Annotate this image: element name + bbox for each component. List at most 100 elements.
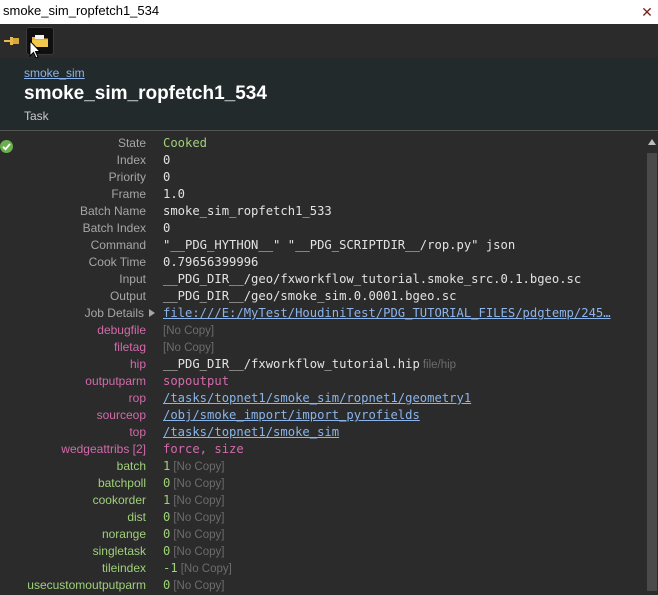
filetag-note: [No Copy] xyxy=(163,342,215,354)
dist-note: [No Copy] xyxy=(173,512,225,524)
cook-time-value: 0.79656399996 xyxy=(163,255,259,269)
expand-arrow-icon[interactable] xyxy=(149,309,155,317)
close-button[interactable]: ✕ xyxy=(636,0,658,24)
row-singletask: singletask 0 [No Copy] xyxy=(0,543,646,560)
cookorder-value-wrap: 1 [No Copy] xyxy=(163,492,224,510)
row-output: Output __PDG_DIR__/geo/smoke_sim.0.0001.… xyxy=(0,288,646,305)
window-titlebar: smoke_sim_ropfetch1_534 ✕ xyxy=(0,0,658,24)
frame-value: 1.0 xyxy=(163,187,186,201)
index-value: 0 xyxy=(163,153,171,167)
batch-index-value: 0 xyxy=(163,221,171,235)
batch-name-label: Batch Name xyxy=(79,204,146,218)
job-details-link[interactable]: file:///E:/MyTest/HoudiniTest/PDG_TUTORI… xyxy=(163,305,646,322)
norange-value: 0 xyxy=(163,527,171,541)
scroll-up-arrow-icon[interactable] xyxy=(648,139,656,145)
usecustomoutputparm-note: [No Copy] xyxy=(173,580,225,592)
singletask-value-wrap: 0 [No Copy] xyxy=(163,543,224,561)
batchpoll-value-wrap: 0 [No Copy] xyxy=(163,475,224,493)
scrollbar-thumb[interactable] xyxy=(647,153,657,591)
batch-index-label: Batch Index xyxy=(82,221,146,235)
priority-label: Priority xyxy=(108,170,146,184)
rop-link[interactable]: /tasks/topnet1/smoke_sim/ropnet1/geometr… xyxy=(163,390,471,407)
dist-value: 0 xyxy=(163,510,171,524)
row-debugfile: debugfile [No Copy] xyxy=(0,322,646,339)
toolbar xyxy=(0,24,658,58)
priority-value: 0 xyxy=(163,170,171,184)
row-command: Command "__PDG_HYTHON__" "__PDG_SCRIPTDI… xyxy=(0,237,646,254)
index-label: Index xyxy=(116,153,146,167)
row-norange: norange 0 [No Copy] xyxy=(0,526,646,543)
singletask-note: [No Copy] xyxy=(173,546,225,558)
sourceop-label: sourceop xyxy=(96,408,146,422)
output-label: Output xyxy=(109,289,146,303)
state-value: Cooked xyxy=(163,136,208,150)
usecustomoutputparm-value-wrap: 0 [No Copy] xyxy=(163,577,224,595)
work-item-title: smoke_sim_ropfetch1_534 xyxy=(24,83,267,104)
row-tileindex: tileindex -1 [No Copy] xyxy=(0,560,646,577)
norange-value-wrap: 0 [No Copy] xyxy=(163,526,224,544)
debugfile-note: [No Copy] xyxy=(163,325,215,337)
window-title: smoke_sim_ropfetch1_534 xyxy=(3,3,160,18)
row-wedgeattribs: wedgeattribs [2] force, size xyxy=(0,441,646,458)
row-outputparm: outputparm sopoutput xyxy=(0,373,646,390)
top-link[interactable]: /tasks/topnet1/smoke_sim xyxy=(163,424,339,441)
row-batch-index: Batch Index 0 xyxy=(0,220,646,237)
top-label: top xyxy=(129,425,146,439)
debugfile-value: [No Copy] xyxy=(163,322,214,340)
row-batch-name: Batch Name smoke_sim_ropfetch1_533 xyxy=(0,203,646,220)
vertical-scrollbar[interactable] xyxy=(646,131,658,595)
row-index: Index 0 xyxy=(0,152,646,169)
job-details-label: Job Details xyxy=(84,306,144,320)
output-value: __PDG_DIR__/geo/smoke_sim.0.0001.bgeo.sc xyxy=(163,289,457,303)
hip-value-wrap: __PDG_DIR__/fxworkflow_tutorial.hip file/… xyxy=(163,356,456,374)
batch-value: 1 xyxy=(163,459,171,473)
usecustomoutputparm-value: 0 xyxy=(163,578,171,592)
tileindex-value-wrap: -1 [No Copy] xyxy=(163,560,232,578)
cookorder-label: cookorder xyxy=(92,493,146,507)
dist-label: dist xyxy=(127,510,146,524)
parent-node-link[interactable]: smoke_sim xyxy=(24,66,85,80)
row-priority: Priority 0 xyxy=(0,169,646,186)
mouse-cursor-icon xyxy=(29,40,42,59)
cook-time-label: Cook Time xyxy=(88,255,146,269)
row-batchpoll: batchpoll 0 [No Copy] xyxy=(0,475,646,492)
pin-icon[interactable] xyxy=(4,34,20,48)
row-frame: Frame 1.0 xyxy=(0,186,646,203)
row-job-details: Job Details file:///E:/MyTest/HoudiniTes… xyxy=(0,305,646,322)
details-panel: State Cooked Index 0 Priority 0 Frame 1.… xyxy=(0,131,646,595)
cookorder-note: [No Copy] xyxy=(173,495,225,507)
row-dist: dist 0 [No Copy] xyxy=(0,509,646,526)
work-item-type: Task xyxy=(24,109,49,123)
batch-note: [No Copy] xyxy=(173,461,225,473)
batchpoll-value: 0 xyxy=(163,476,171,490)
hip-tag: file/hip xyxy=(422,359,457,371)
batch-value-wrap: 1 [No Copy] xyxy=(163,458,224,476)
work-item-header: smoke_sim smoke_sim_ropfetch1_534 Task xyxy=(0,58,658,131)
frame-label: Frame xyxy=(111,187,146,201)
wedgeattribs-value: force, size xyxy=(163,442,244,456)
row-cook-time: Cook Time 0.79656399996 xyxy=(0,254,646,271)
batch-label: batch xyxy=(116,459,146,473)
rop-label: rop xyxy=(128,391,146,405)
row-usecustomoutputparm: usecustomoutputparm 0 [No Copy] xyxy=(0,577,646,594)
sourceop-link[interactable]: /obj/smoke_import/import_pyrofields xyxy=(163,407,420,424)
row-state: State Cooked xyxy=(0,135,646,152)
row-input: Input __PDG_DIR__/geo/fxworkflow_tutoria… xyxy=(0,271,646,288)
norange-note: [No Copy] xyxy=(173,529,225,541)
row-top: top /tasks/topnet1/smoke_sim xyxy=(0,424,646,441)
hip-value: __PDG_DIR__/fxworkflow_tutorial.hip xyxy=(163,357,420,371)
row-cookorder: cookorder 1 [No Copy] xyxy=(0,492,646,509)
command-label: Command xyxy=(90,238,146,252)
debugfile-label: debugfile xyxy=(97,323,146,337)
row-hip: hip __PDG_DIR__/fxworkflow_tutorial.hip f… xyxy=(0,356,646,373)
norange-label: norange xyxy=(101,527,146,541)
singletask-label: singletask xyxy=(92,544,146,558)
command-value: "__PDG_HYTHON__" "__PDG_SCRIPTDIR__/rop.… xyxy=(163,238,516,252)
input-value: __PDG_DIR__/geo/fxworkflow_tutorial.smok… xyxy=(163,272,582,286)
filetag-value: [No Copy] xyxy=(163,339,214,357)
row-rop: rop /tasks/topnet1/smoke_sim/ropnet1/geo… xyxy=(0,390,646,407)
wedgeattribs-label: wedgeattribs [2] xyxy=(61,442,146,456)
tileindex-label: tileindex xyxy=(101,561,146,575)
outputparm-label: outputparm xyxy=(85,374,146,388)
state-label: State xyxy=(117,136,146,150)
